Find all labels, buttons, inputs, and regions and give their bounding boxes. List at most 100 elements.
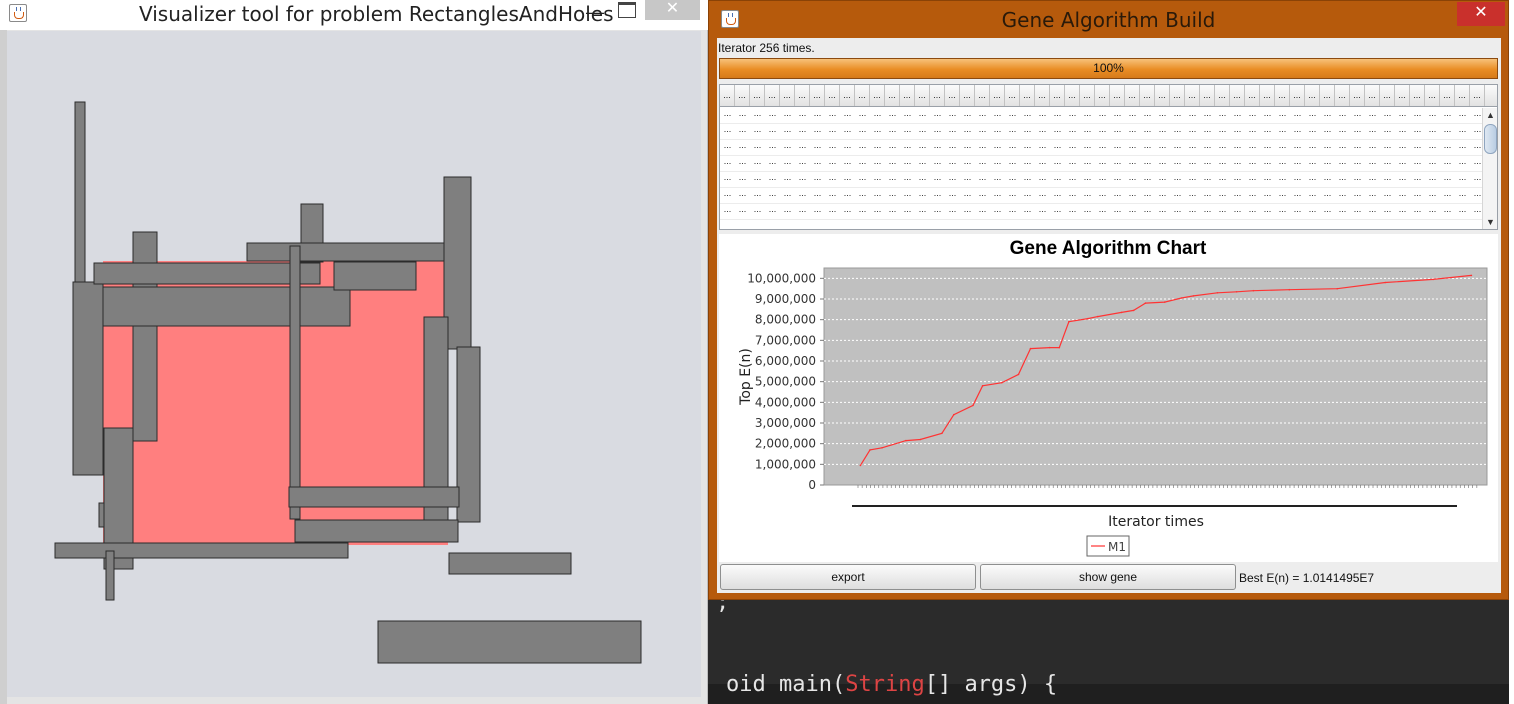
table-cell[interactable]: ...: [1410, 124, 1425, 139]
table-cell[interactable]: ...: [1365, 140, 1380, 155]
table-cell[interactable]: ...: [1155, 140, 1170, 155]
table-column-header[interactable]: ...: [1065, 85, 1080, 106]
table-cell[interactable]: ...: [930, 204, 945, 219]
table-cell[interactable]: ...: [1440, 204, 1455, 219]
table-cell[interactable]: ...: [945, 108, 960, 123]
table-cell[interactable]: ...: [1395, 140, 1410, 155]
table-column-header[interactable]: ...: [750, 85, 765, 106]
table-column-header[interactable]: ...: [1410, 85, 1425, 106]
table-cell[interactable]: ...: [1095, 108, 1110, 123]
table-cell[interactable]: ...: [765, 124, 780, 139]
table-cell[interactable]: ...: [1050, 188, 1065, 203]
table-cell[interactable]: ...: [1215, 156, 1230, 171]
table-cell[interactable]: ...: [870, 172, 885, 187]
table-cell[interactable]: ...: [795, 188, 810, 203]
table-cell[interactable]: ...: [1005, 204, 1020, 219]
table-cell[interactable]: ...: [960, 204, 975, 219]
table-cell[interactable]: ...: [1350, 140, 1365, 155]
table-cell[interactable]: ...: [975, 140, 990, 155]
table-cell[interactable]: ...: [945, 156, 960, 171]
table-column-header[interactable]: ...: [1140, 85, 1155, 106]
table-cell[interactable]: ...: [1110, 108, 1125, 123]
table-column-header[interactable]: ...: [795, 85, 810, 106]
table-cell[interactable]: ...: [1110, 204, 1125, 219]
table-cell[interactable]: ...: [885, 188, 900, 203]
table-cell[interactable]: ...: [1455, 140, 1470, 155]
table-cell[interactable]: ...: [1215, 108, 1230, 123]
table-cell[interactable]: ...: [1245, 140, 1260, 155]
table-cell[interactable]: ...: [1395, 156, 1410, 171]
table-cell[interactable]: ...: [735, 108, 750, 123]
table-cell[interactable]: ...: [1350, 188, 1365, 203]
table-cell[interactable]: ...: [750, 108, 765, 123]
table-cell[interactable]: ...: [1230, 156, 1245, 171]
table-cell[interactable]: ...: [945, 188, 960, 203]
table-column-header[interactable]: ...: [930, 85, 945, 106]
table-cell[interactable]: ...: [1080, 140, 1095, 155]
table-cell[interactable]: ...: [1155, 188, 1170, 203]
table-column-header[interactable]: ...: [1290, 85, 1305, 106]
table-cell[interactable]: ...: [750, 140, 765, 155]
table-cell[interactable]: ...: [1110, 172, 1125, 187]
table-column-header[interactable]: ...: [825, 85, 840, 106]
table-cell[interactable]: ...: [795, 124, 810, 139]
table-cell[interactable]: ...: [1020, 108, 1035, 123]
table-cell[interactable]: ...: [855, 140, 870, 155]
table-cell[interactable]: ...: [1080, 156, 1095, 171]
table-cell[interactable]: ...: [930, 188, 945, 203]
table-cell[interactable]: ...: [960, 124, 975, 139]
table-cell[interactable]: ...: [960, 108, 975, 123]
table-cell[interactable]: ...: [1215, 204, 1230, 219]
table-cell[interactable]: ...: [1455, 156, 1470, 171]
table-cell[interactable]: ...: [1440, 156, 1455, 171]
table-cell[interactable]: ...: [1005, 156, 1020, 171]
table-cell[interactable]: ...: [1080, 172, 1095, 187]
table-cell[interactable]: ...: [810, 124, 825, 139]
table-cell[interactable]: ...: [1365, 172, 1380, 187]
table-cell[interactable]: ...: [855, 108, 870, 123]
table-cell[interactable]: ...: [735, 172, 750, 187]
table-cell[interactable]: ...: [1065, 204, 1080, 219]
table-column-header[interactable]: ...: [1260, 85, 1275, 106]
table-cell[interactable]: ...: [1275, 108, 1290, 123]
table-cell[interactable]: ...: [1305, 140, 1320, 155]
table-cell[interactable]: ...: [1335, 188, 1350, 203]
table-cell[interactable]: ...: [1020, 124, 1035, 139]
table-cell[interactable]: ...: [1425, 108, 1440, 123]
table-cell[interactable]: ...: [1125, 204, 1140, 219]
table-column-header[interactable]: ...: [1440, 85, 1455, 106]
table-cell[interactable]: ...: [825, 124, 840, 139]
table-cell[interactable]: ...: [915, 172, 930, 187]
table-cell[interactable]: ...: [1335, 140, 1350, 155]
table-cell[interactable]: ...: [1230, 108, 1245, 123]
table-cell[interactable]: ...: [855, 156, 870, 171]
table-column-header[interactable]: ...: [720, 85, 735, 106]
table-cell[interactable]: ...: [1125, 140, 1140, 155]
table-cell[interactable]: ...: [825, 188, 840, 203]
table-row[interactable]: ........................................…: [720, 108, 1482, 124]
table-column-header[interactable]: ...: [1020, 85, 1035, 106]
table-cell[interactable]: ...: [1455, 108, 1470, 123]
table-cell[interactable]: ...: [795, 156, 810, 171]
table-cell[interactable]: ...: [1200, 108, 1215, 123]
table-cell[interactable]: ...: [1170, 204, 1185, 219]
table-cell[interactable]: ...: [1275, 204, 1290, 219]
table-cell[interactable]: ...: [915, 124, 930, 139]
table-cell[interactable]: ...: [960, 140, 975, 155]
table-cell[interactable]: ...: [1425, 172, 1440, 187]
table-cell[interactable]: ...: [1410, 108, 1425, 123]
export-button[interactable]: export: [720, 564, 976, 590]
table-cell[interactable]: ...: [720, 204, 735, 219]
table-cell[interactable]: ...: [1320, 140, 1335, 155]
table-cell[interactable]: ...: [1365, 156, 1380, 171]
table-cell[interactable]: ...: [765, 172, 780, 187]
table-cell[interactable]: ...: [1350, 172, 1365, 187]
table-cell[interactable]: ...: [1035, 188, 1050, 203]
table-cell[interactable]: ...: [1155, 204, 1170, 219]
table-cell[interactable]: ...: [1380, 140, 1395, 155]
table-cell[interactable]: ...: [1425, 140, 1440, 155]
table-column-header[interactable]: ...: [1335, 85, 1350, 106]
table-cell[interactable]: ...: [930, 140, 945, 155]
table-cell[interactable]: ...: [1095, 124, 1110, 139]
table-column-header[interactable]: ...: [1455, 85, 1470, 106]
